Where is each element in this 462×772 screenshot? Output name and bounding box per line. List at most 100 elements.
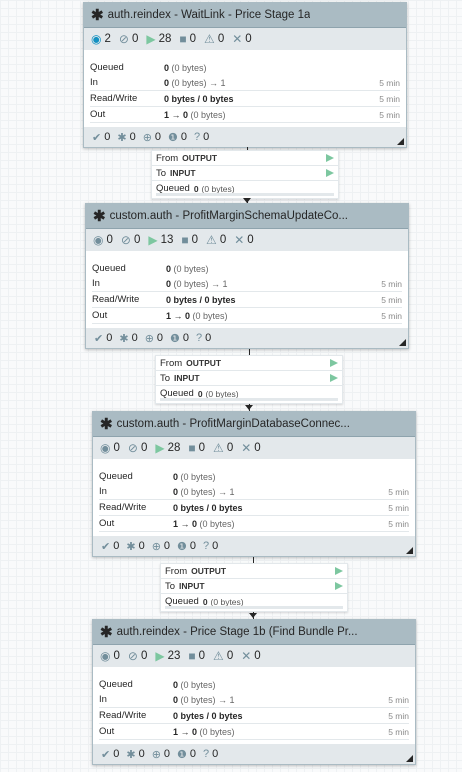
processor-footer: ✔ 0 ✱ 0 ⊕ 0 ❶0 ? 0 — [84, 127, 406, 147]
metric-time: 5 min — [381, 278, 402, 289]
stat-value: 0 — [133, 234, 141, 246]
stat-running: ▶ 28 — [146, 32, 171, 46]
metric-label: Read/Write — [99, 502, 147, 513]
metric-label: Out — [90, 109, 106, 120]
play-arrow-icon — [335, 582, 343, 590]
footer-value: 0 — [205, 332, 212, 344]
metric-number: 0 bytes / 0 bytes — [166, 294, 236, 305]
footer-unknown: ? 0 — [196, 332, 211, 344]
stat-running: ▶ 28 — [155, 441, 180, 455]
metric-value: 0 bytes / 0 bytes — [164, 94, 360, 104]
out-row: Out 1 → 0 (0 bytes) 5 min — [99, 724, 409, 740]
stat-stopped: ■ 0 — [179, 32, 196, 46]
processor-footer: ✔ 0 ✱ 0 ⊕ 0 ❶0 ? 0 — [93, 744, 415, 764]
footer-value: 0 — [131, 332, 138, 344]
conn-value: 0 — [202, 596, 208, 607]
metric-value: 0 bytes / 0 bytes — [173, 711, 369, 721]
processor-name: auth.reindex - WaitLink - Price Stage 1a — [107, 9, 311, 21]
check-icon: ✔ — [101, 748, 111, 761]
footer-value: 0 — [163, 748, 171, 760]
metric-sub: (0 bytes) — [190, 109, 226, 120]
processor-name: custom.auth - ProfitMarginDatabaseConnec… — [116, 418, 350, 430]
in-row: In 0 (0 bytes) → 1 5 min — [99, 484, 409, 500]
processor-header[interactable]: ✱ custom.auth - ProfitMarginDatabaseConn… — [93, 412, 415, 437]
read-write-row: Read/Write 0 bytes / 0 bytes 5 min — [92, 292, 402, 308]
connection-label[interactable]: From OUTPUT To INPUT Queued 0 (0 bytes) — [160, 563, 348, 612]
metric-number: 1 → 0 — [164, 109, 189, 120]
stat-transmitting: ◉ 2 — [91, 32, 111, 46]
resize-corner — [406, 755, 413, 762]
metric-value: 0 bytes / 0 bytes — [166, 295, 362, 305]
metric-time: 5 min — [381, 310, 402, 321]
play-arrow-icon — [330, 359, 338, 367]
out-row: Out 1 → 0 (0 bytes) 5 min — [90, 107, 400, 123]
metric-time: 5 min — [379, 93, 400, 104]
stat-value: 0 — [254, 650, 261, 662]
stat-transmitting: ◉ 0 — [93, 233, 113, 247]
stat-disabled: ✕ 0 — [241, 441, 260, 455]
conn-sub: (0 bytes) — [201, 183, 235, 194]
processor-card[interactable]: ✱ auth.reindex - Price Stage 1b (Find Bu… — [92, 619, 416, 765]
conn-key: From — [165, 565, 188, 577]
stat-disabled: ✕ 0 — [234, 233, 253, 247]
stat-value: 0 — [217, 33, 225, 45]
metric-label: In — [92, 278, 100, 289]
footer-locally-modified: ✱ 0 — [119, 332, 137, 345]
connection-from: From OUTPUT — [161, 564, 347, 579]
stat-value: 0 — [113, 442, 120, 454]
footer-value: 0 — [156, 332, 164, 344]
metric-label: Out — [99, 518, 115, 529]
metric-time: 5 min — [388, 502, 409, 513]
queue-bar — [160, 398, 338, 401]
play-icon: ▶ — [146, 32, 156, 46]
footer-stale: ⊕ 0 — [145, 332, 163, 345]
footer-value: 0 — [180, 131, 188, 143]
footer-stale: ⊕ 0 — [143, 131, 161, 144]
exclamation-icon: ❶ — [177, 748, 187, 761]
metric-value: 0 (0 bytes) → 1 — [164, 78, 360, 88]
processor-header[interactable]: ✱ custom.auth - ProfitMarginSchemaUpdate… — [86, 204, 408, 229]
connection-label[interactable]: From OUTPUT To INPUT Queued 0 (0 bytes) — [155, 355, 343, 404]
processor-header[interactable]: ✱ auth.reindex - Price Stage 1b (Find Bu… — [93, 620, 415, 645]
stat-value: 0 — [226, 442, 234, 454]
metric-number: 0 bytes / 0 bytes — [173, 502, 243, 513]
not-transmitting-icon: ⊘ — [120, 233, 131, 247]
conn-value: INPUT — [174, 373, 200, 383]
resize-corner — [399, 339, 406, 346]
metric-number: 0 — [164, 62, 170, 73]
check-icon: ✔ — [94, 332, 104, 345]
connection-arrowhead — [245, 405, 253, 410]
stat-running: ▶ 23 — [155, 649, 180, 663]
footer-up-to-date: ✔ 0 — [101, 540, 119, 553]
metric-time: 5 min — [388, 710, 409, 721]
metric-sub: (0 bytes) — [180, 471, 216, 482]
metric-time: 5 min — [379, 109, 400, 120]
exclamation-icon: ❶ — [168, 131, 178, 144]
disabled-icon: ✕ — [241, 441, 252, 455]
asterisk-icon: ✱ — [119, 332, 129, 345]
asterisk-icon: ✱ — [117, 131, 127, 144]
metric-value: 0 bytes / 0 bytes — [173, 503, 369, 513]
metric-sub: (0 bytes) → 1 — [180, 486, 235, 497]
processor-footer: ✔ 0 ✱ 0 ⊕ 0 ❶0 ? 0 — [93, 536, 415, 556]
stat-value: 23 — [167, 650, 181, 662]
processor-card[interactable]: ✱ auth.reindex - WaitLink - Price Stage … — [83, 2, 407, 148]
footer-sync-failure: ❶0 — [177, 748, 196, 761]
play-arrow-icon — [326, 169, 334, 177]
conn-key: To — [156, 167, 167, 179]
processor-stats: ◉ 0 ⊘ 0 ▶ 28 ■ 0 ⚠ 0 ✕ 0 — [93, 437, 415, 459]
stat-value: 13 — [160, 234, 174, 246]
play-icon: ▶ — [148, 233, 158, 247]
stat-value: 2 — [104, 33, 111, 45]
footer-up-to-date: ✔ 0 — [92, 131, 110, 144]
queued-row: Queued 0 (0 bytes) — [99, 677, 409, 692]
connection-from: From OUTPUT — [152, 151, 338, 166]
in-row: In 0 (0 bytes) → 1 5 min — [90, 75, 400, 91]
processor-card[interactable]: ✱ custom.auth - ProfitMarginSchemaUpdate… — [85, 203, 409, 349]
processor-header[interactable]: ✱ auth.reindex - WaitLink - Price Stage … — [84, 3, 406, 28]
stat-value: 28 — [158, 33, 172, 45]
processor-metrics: Queued 0 (0 bytes) In 0 (0 bytes) → 1 5 min… — [84, 50, 406, 123]
metric-label: Read/Write — [99, 710, 147, 721]
connection-label[interactable]: From OUTPUT To INPUT Queued 0 (0 bytes) — [151, 150, 339, 199]
processor-card[interactable]: ✱ custom.auth - ProfitMarginDatabaseConn… — [92, 411, 416, 557]
